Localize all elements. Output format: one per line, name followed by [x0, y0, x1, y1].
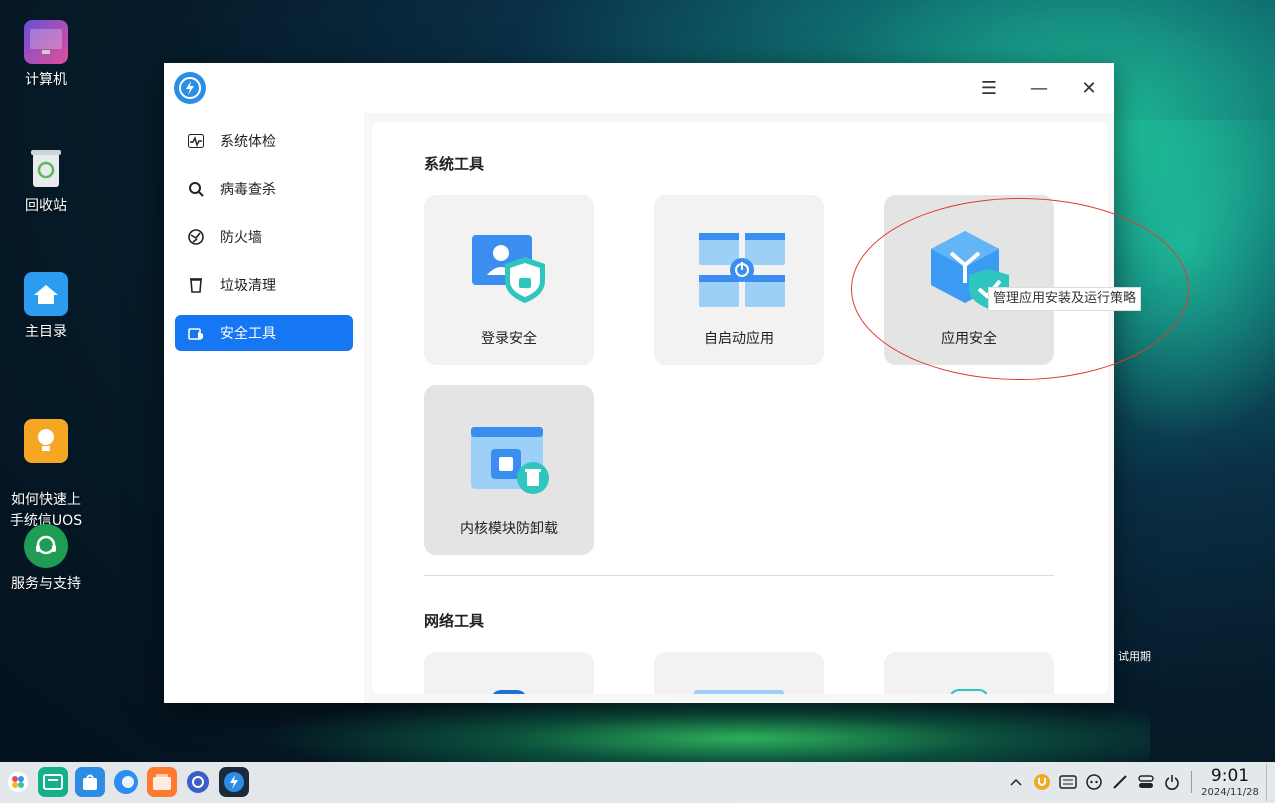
- sidebar-item-label: 系统体检: [220, 134, 276, 150]
- clock-date: 2024/11/28: [1201, 787, 1259, 798]
- security-center-window: ☰ — ✕ 系统体检 病毒查杀 防火墙 垃圾清理 安全工具 系统工具 登录安全 …: [164, 63, 1114, 703]
- desktop-icon-support[interactable]: 服务与支持: [0, 524, 92, 595]
- sidebar-item-label: 垃圾清理: [220, 278, 276, 294]
- card-kernel-module-protect[interactable]: 内核模块防卸载: [424, 385, 594, 555]
- sidebar-item-label: 病毒查杀: [220, 182, 276, 198]
- toggle-switch-icon[interactable]: [1136, 772, 1156, 792]
- home-folder-icon: [24, 272, 68, 316]
- minimize-button[interactable]: —: [1024, 73, 1054, 103]
- app-store-icon[interactable]: [75, 767, 105, 797]
- launcher-icon[interactable]: [3, 767, 33, 797]
- card-app-security[interactable]: 应用安全: [884, 195, 1054, 365]
- card-network-tool-2[interactable]: [654, 652, 824, 694]
- screenshot-pen-icon[interactable]: [1110, 772, 1130, 792]
- card-login-security[interactable]: 登录安全: [424, 195, 594, 365]
- recycle-bin-icon: [24, 146, 68, 190]
- menu-button[interactable]: ☰: [974, 73, 1004, 103]
- sidebar-item-system-check[interactable]: 系统体检: [175, 123, 353, 159]
- desktop-icon-home[interactable]: 主目录: [0, 272, 92, 343]
- desktop-icon-trash[interactable]: 回收站: [0, 146, 92, 217]
- tooltip-app-security: 管理应用安装及运行策略: [988, 287, 1142, 311]
- card-autostart-apps[interactable]: 自启动应用: [654, 195, 824, 365]
- sidebar-item-security-tools[interactable]: 安全工具: [175, 315, 353, 351]
- computer-icon: [24, 20, 68, 64]
- sidebar-item-firewall[interactable]: 防火墙: [175, 219, 353, 255]
- virus-scan-icon: [188, 181, 204, 197]
- keyboard-icon[interactable]: [1058, 772, 1078, 792]
- toolbox-icon: [188, 325, 204, 341]
- chevron-up-icon[interactable]: [1006, 772, 1026, 792]
- desktop-icon-label: 回收站: [25, 198, 67, 214]
- trial-label: 试用期: [1118, 650, 1151, 663]
- show-desktop-divider[interactable]: [1266, 764, 1267, 801]
- taskbar: [0, 762, 1275, 803]
- section-title-system-tools: 系统工具: [424, 155, 485, 173]
- network-speed-icon: [949, 689, 989, 694]
- login-shield-icon: [469, 231, 549, 311]
- card-network-tool-1[interactable]: [424, 652, 594, 694]
- card-label: 内核模块防卸载: [460, 521, 558, 537]
- multitask-view-icon[interactable]: [38, 767, 68, 797]
- network-window-icon: [694, 690, 784, 694]
- settings-gear-icon[interactable]: [183, 767, 213, 797]
- lightbulb-icon: [24, 419, 68, 463]
- desktop-icon-label: 计算机: [25, 72, 67, 88]
- headset-icon: [24, 524, 68, 568]
- card-label: 自启动应用: [704, 331, 774, 347]
- kernel-module-icon: [469, 421, 549, 501]
- trash-icon: [188, 277, 204, 293]
- clock-time[interactable]: 9:01: [1202, 766, 1258, 786]
- security-center-logo-icon: [174, 72, 206, 104]
- desktop-icon-label: 主目录: [25, 324, 67, 340]
- section-divider: [424, 575, 1054, 576]
- security-center-taskbar-icon[interactable]: [219, 767, 249, 797]
- tray-divider: [1191, 771, 1192, 793]
- firewall-icon: [188, 229, 204, 245]
- sidebar-item-virus-scan[interactable]: 病毒查杀: [175, 171, 353, 207]
- desktop-icon-label: 服务与支持: [11, 576, 81, 592]
- card-label: 登录安全: [481, 331, 537, 347]
- file-manager-icon[interactable]: [147, 767, 177, 797]
- sidebar-item-junk-clean[interactable]: 垃圾清理: [175, 267, 353, 303]
- card-network-tool-3[interactable]: [884, 652, 1054, 694]
- card-label: 应用安全: [941, 331, 997, 347]
- sidebar-item-label: 防火墙: [220, 230, 262, 246]
- close-button[interactable]: ✕: [1074, 73, 1104, 103]
- sidebar: 系统体检 病毒查杀 防火墙 垃圾清理 安全工具: [164, 113, 364, 703]
- browser-icon[interactable]: [111, 767, 141, 797]
- window-titlebar: ☰ — ✕: [164, 63, 1114, 113]
- sidebar-item-label: 安全工具: [220, 326, 276, 342]
- section-title-network-tools: 网络工具: [424, 612, 485, 630]
- autostart-icon: [699, 231, 785, 311]
- assistant-icon[interactable]: [1084, 772, 1104, 792]
- pulse-icon: [188, 133, 204, 149]
- desktop-icon-computer[interactable]: 计算机: [0, 20, 92, 91]
- power-icon[interactable]: [1162, 772, 1182, 792]
- main-content: 系统工具 登录安全 自启动应用 应用安全 内核模块防卸载 网络工具: [372, 122, 1108, 694]
- network-globe-icon: [491, 690, 527, 694]
- input-method-icon[interactable]: [1032, 772, 1052, 792]
